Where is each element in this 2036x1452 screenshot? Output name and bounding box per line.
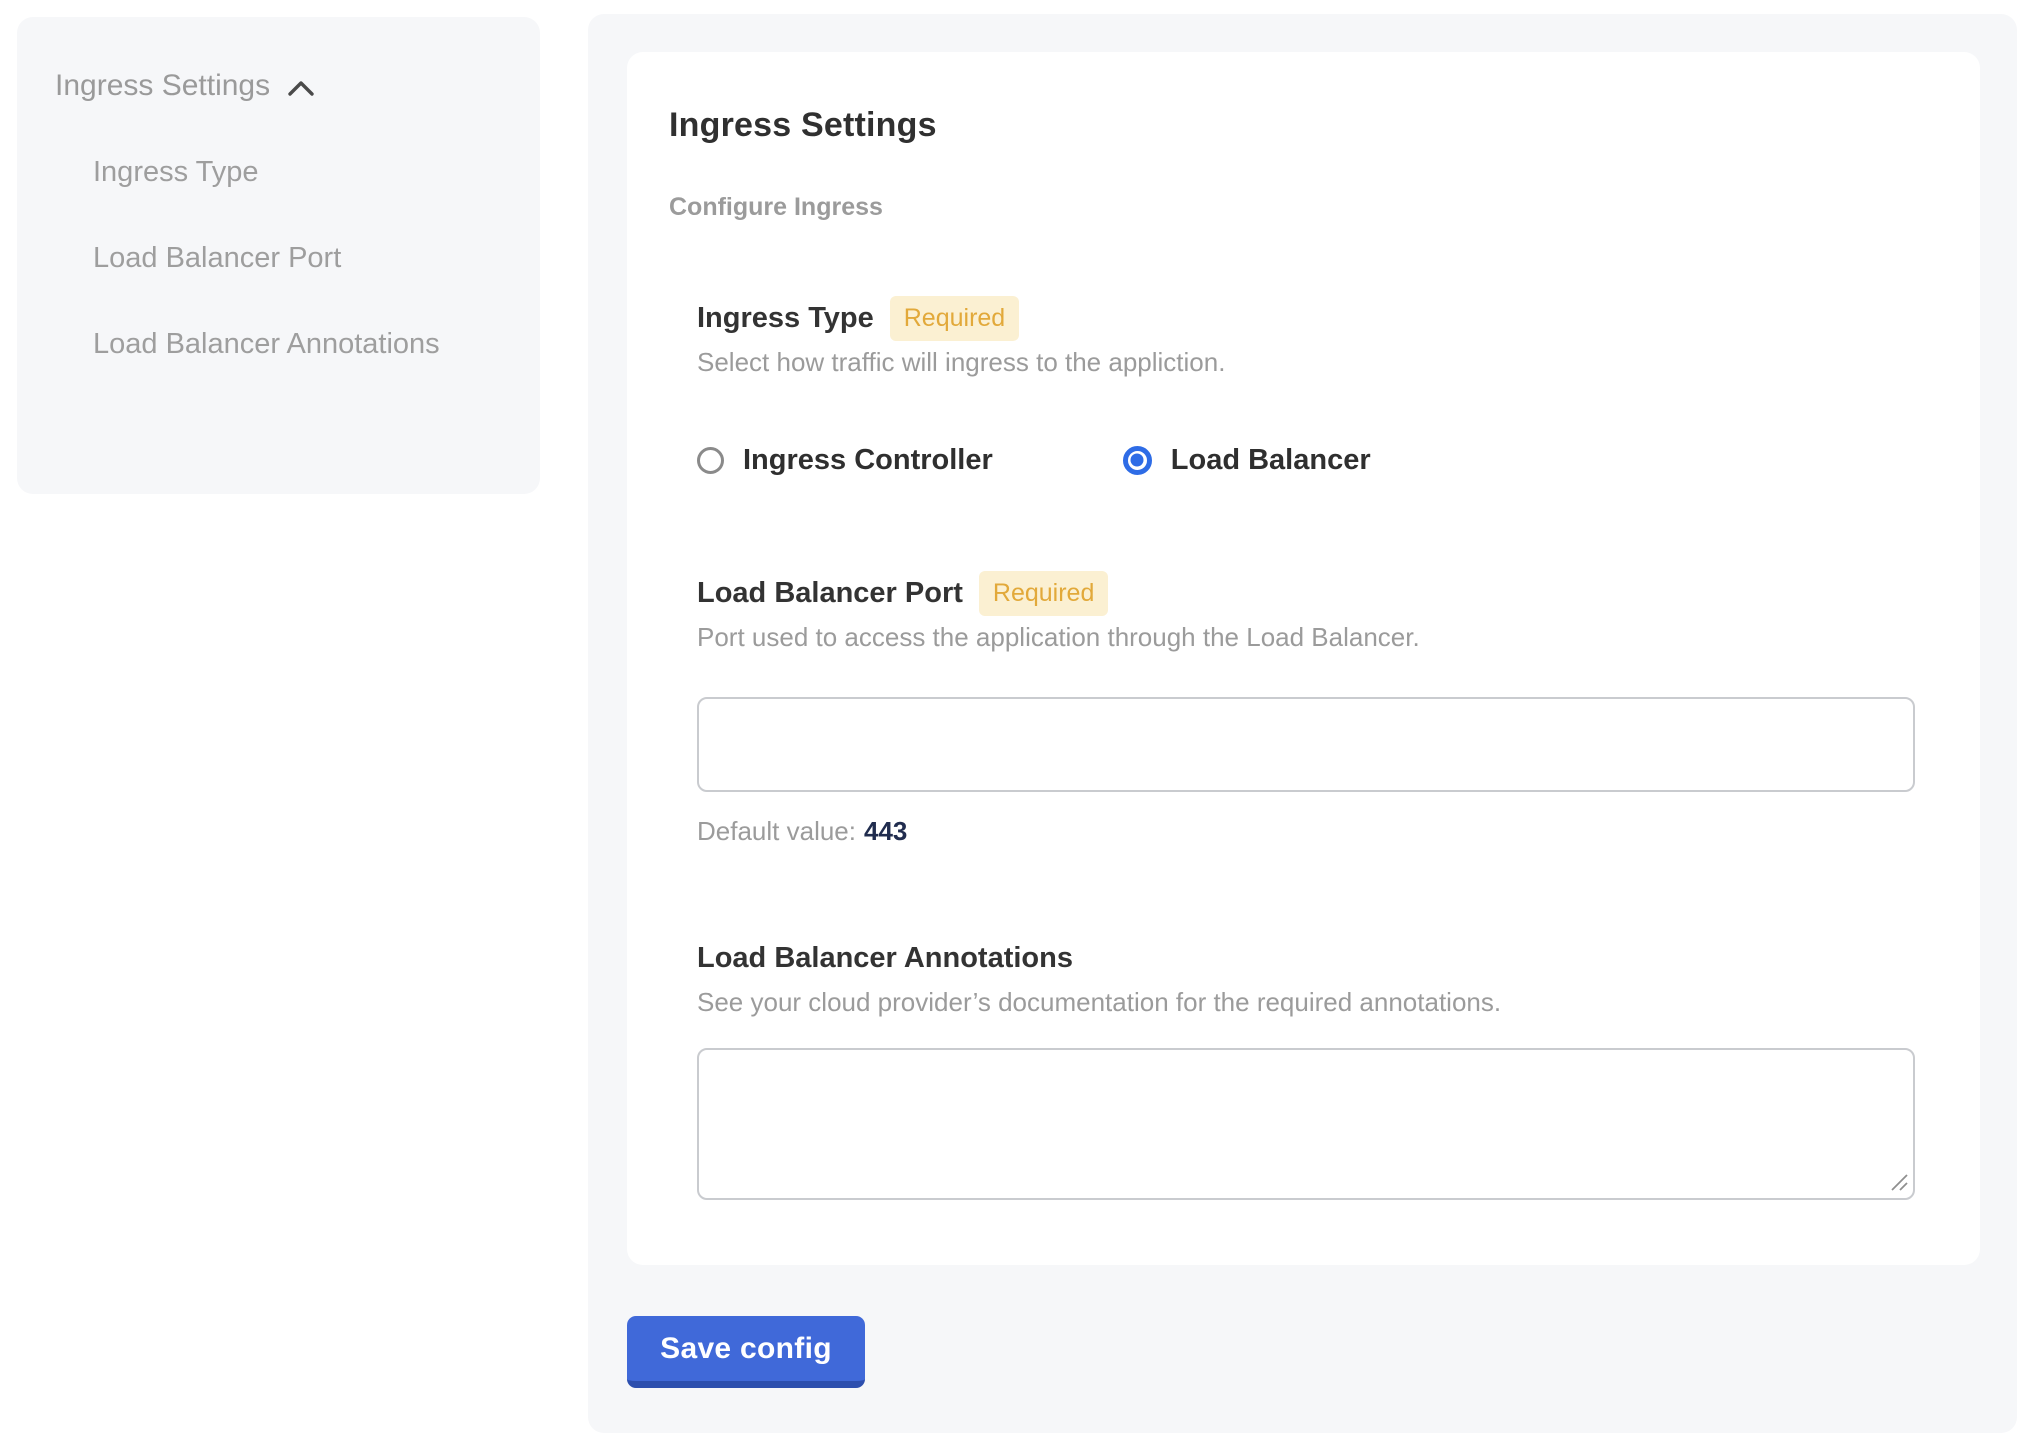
radio-option-ingress-controller[interactable]: Ingress Controller	[697, 444, 993, 477]
section-label-ingress-type: Ingress Type	[697, 300, 874, 336]
sidebar-item-ingress-type[interactable]: Ingress Type	[93, 142, 493, 202]
help-text-load-balancer-port: Port used to access the application thro…	[697, 622, 1915, 652]
section-load-balancer-port: Load Balancer Port Required Port used to…	[697, 575, 1915, 846]
load-balancer-port-input[interactable]	[697, 697, 1915, 792]
sidebar-items: Ingress Type Load Balancer Port Load Bal…	[55, 142, 502, 374]
radio-load-balancer-selected[interactable]	[1123, 446, 1152, 475]
required-badge: Required	[979, 571, 1108, 616]
load-balancer-annotations-textarea[interactable]	[697, 1048, 1915, 1200]
config-nav-sidebar: Ingress Settings Ingress Type Load Balan…	[17, 17, 540, 494]
help-text-ingress-type: Select how traffic will ingress to the a…	[697, 347, 1915, 377]
sidebar-group-label: Ingress Settings	[55, 67, 270, 105]
radio-label-load-balancer[interactable]: Load Balancer	[1171, 444, 1371, 477]
config-card: Ingress Settings Configure Ingress Ingre…	[627, 52, 1980, 1265]
help-text-load-balancer-annotations: See your cloud provider’s documentation …	[697, 987, 1915, 1017]
default-value-line: Default value: 443	[697, 816, 1915, 846]
section-label-load-balancer-annotations: Load Balancer Annotations	[697, 940, 1073, 976]
section-ingress-type: Ingress Type Required Select how traffic…	[697, 300, 1915, 478]
radio-ingress-controller[interactable]	[697, 447, 724, 474]
sidebar-group-ingress-settings[interactable]: Ingress Settings	[55, 67, 502, 105]
sidebar-item-load-balancer-port[interactable]: Load Balancer Port	[93, 228, 493, 288]
radio-option-load-balancer[interactable]: Load Balancer	[1123, 444, 1371, 477]
default-value-label: Default value:	[697, 816, 856, 846]
ingress-type-radio-group: Ingress Controller Load Balancer	[697, 442, 1915, 478]
resize-handle-icon[interactable]	[1888, 1171, 1910, 1193]
section-label-load-balancer-port: Load Balancer Port	[697, 575, 963, 611]
default-value: 443	[864, 816, 907, 846]
section-load-balancer-annotations: Load Balancer Annotations See your cloud…	[697, 940, 1915, 1200]
annotations-textarea-wrap	[697, 1048, 1915, 1200]
page-subtitle: Configure Ingress	[669, 191, 1915, 223]
save-config-button[interactable]: Save config	[627, 1316, 865, 1388]
radio-label-ingress-controller[interactable]: Ingress Controller	[743, 444, 993, 477]
sidebar-item-load-balancer-annotations[interactable]: Load Balancer Annotations	[93, 314, 493, 374]
config-main-panel: Ingress Settings Configure Ingress Ingre…	[588, 14, 2017, 1433]
required-badge: Required	[890, 296, 1019, 341]
chevron-up-icon[interactable]	[286, 79, 316, 98]
page-title: Ingress Settings	[669, 104, 1915, 146]
